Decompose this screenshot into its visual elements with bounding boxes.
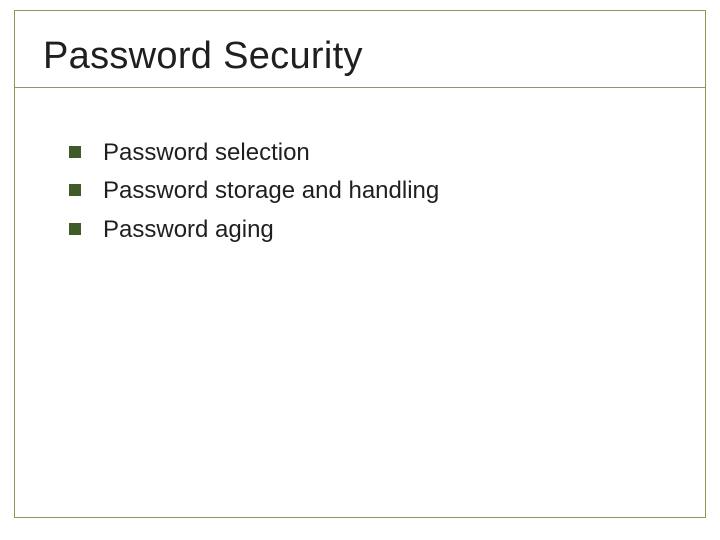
bullet-icon: [69, 223, 81, 235]
list-item: Password storage and handling: [69, 175, 665, 207]
bullet-icon: [69, 146, 81, 158]
bullet-text: Password storage and handling: [103, 175, 439, 207]
title-underline: [15, 87, 705, 88]
bullet-text: Password aging: [103, 214, 274, 246]
slide-frame: Password Security Password selection Pas…: [14, 10, 706, 518]
list-item: Password aging: [69, 214, 665, 246]
bullet-icon: [69, 184, 81, 196]
slide-title: Password Security: [43, 35, 363, 78]
bullet-list: Password selection Password storage and …: [69, 137, 665, 252]
list-item: Password selection: [69, 137, 665, 169]
bullet-text: Password selection: [103, 137, 310, 169]
